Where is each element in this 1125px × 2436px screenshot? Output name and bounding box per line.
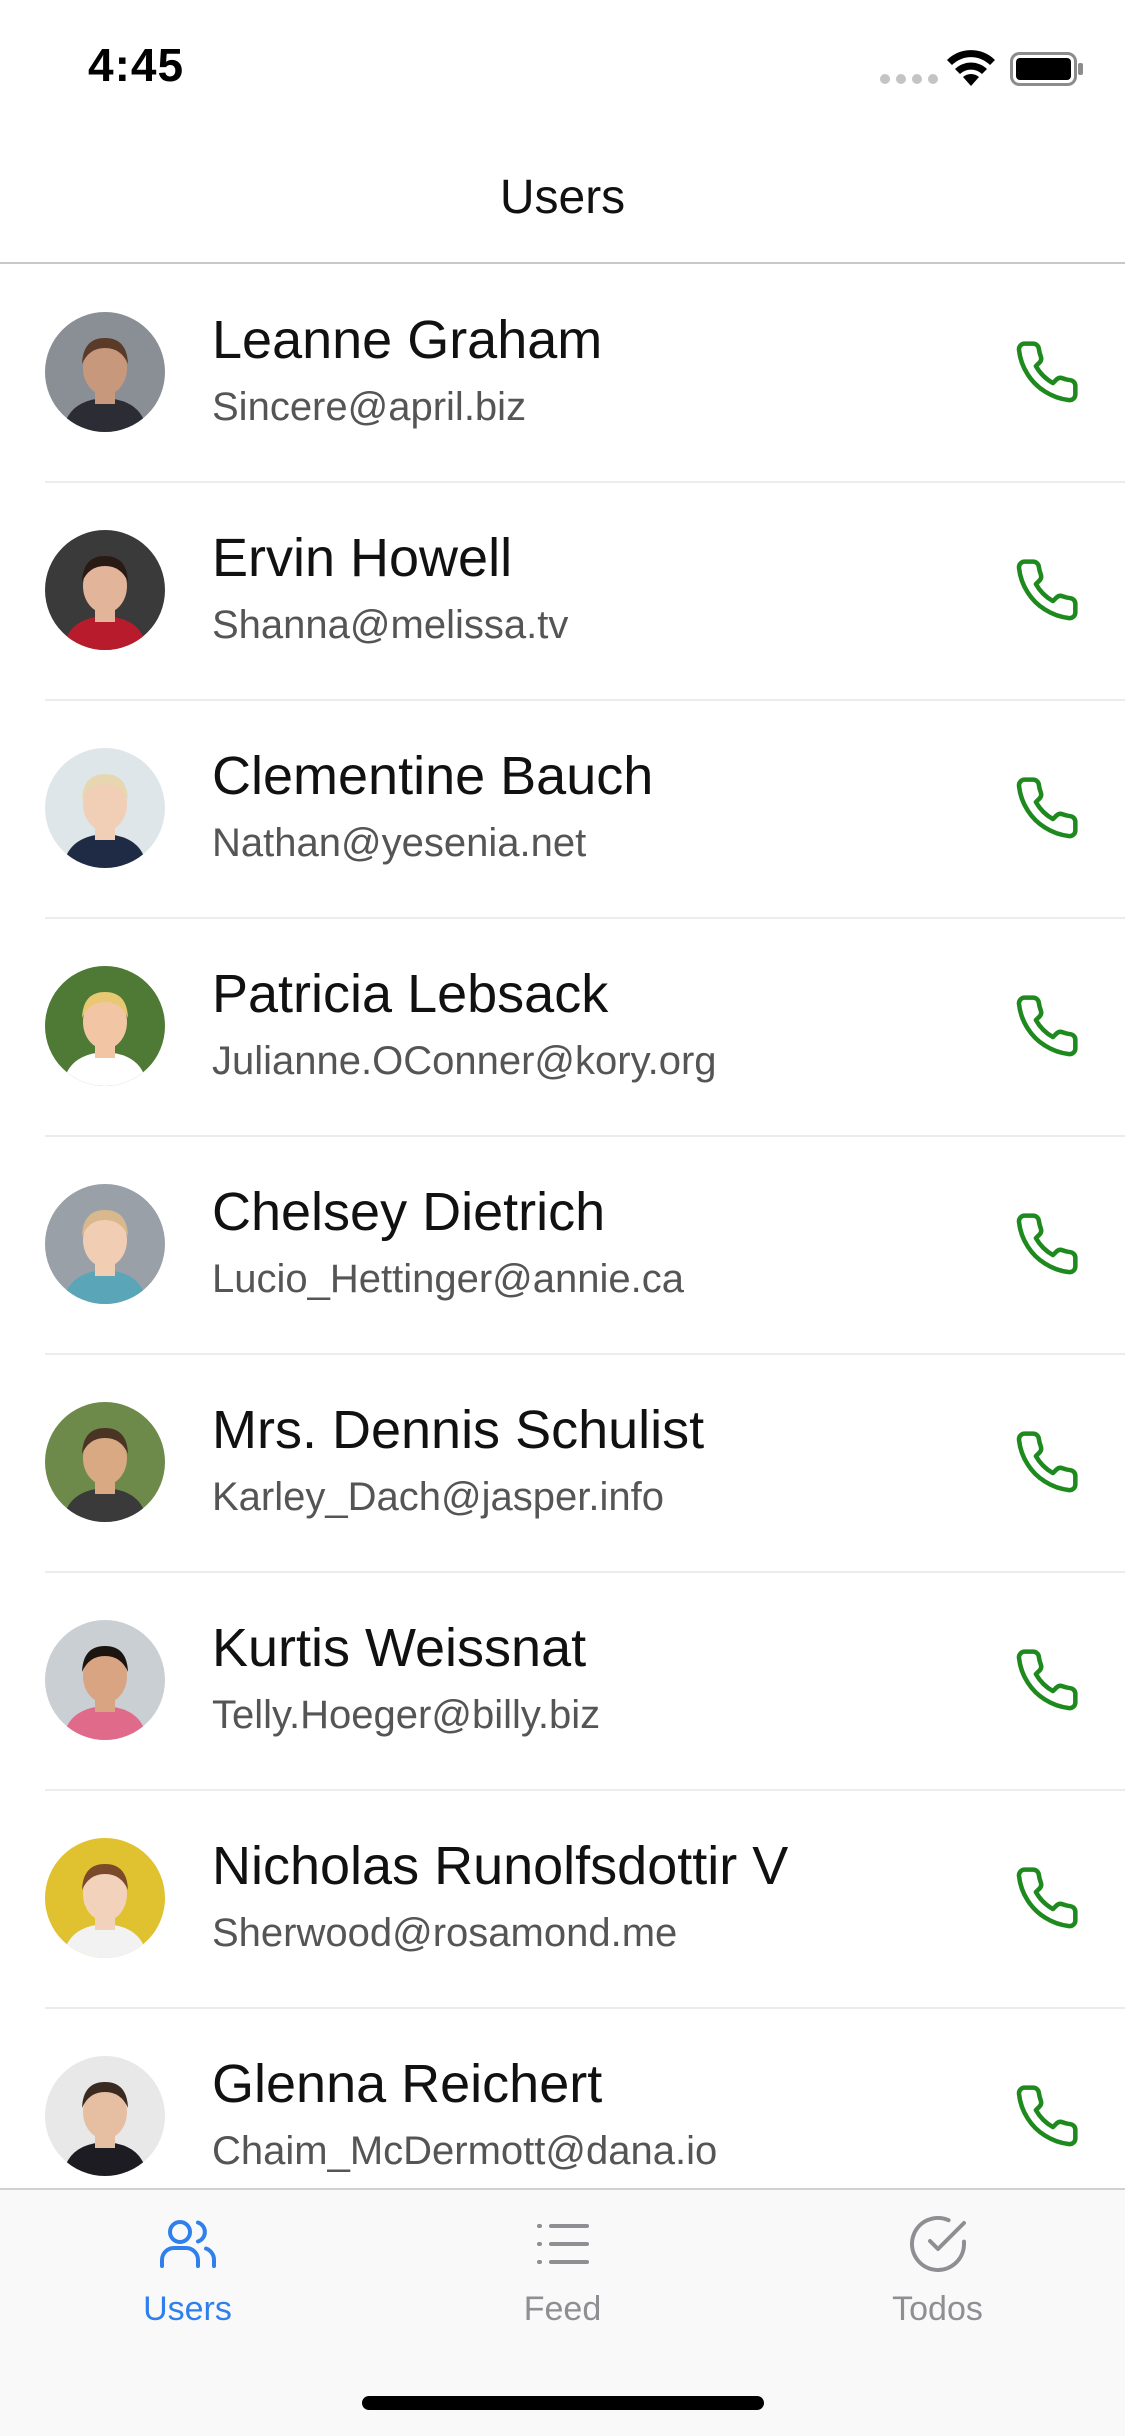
user-name: Glenna Reichert: [212, 2054, 603, 2114]
user-name: Leanne Graham: [212, 310, 603, 370]
phone-icon: [1016, 341, 1078, 403]
phone-icon: [1016, 559, 1078, 621]
wifi-icon: [947, 50, 995, 86]
call-button[interactable]: [1013, 338, 1081, 406]
user-name: Kurtis Weissnat: [212, 1618, 587, 1678]
user-name: Ervin Howell: [212, 528, 513, 588]
user-row[interactable]: Patricia Lebsack Julianne.OConner@kory.o…: [0, 919, 1125, 1137]
call-button[interactable]: [1013, 1210, 1081, 1278]
user-row[interactable]: Chelsey Dietrich Lucio_Hettinger@annie.c…: [0, 1137, 1125, 1355]
user-row[interactable]: Mrs. Dennis Schulist Karley_Dach@jasper.…: [0, 1355, 1125, 1573]
user-email: Chaim_McDermott@dana.io: [212, 2129, 718, 2173]
battery-icon: [1010, 52, 1083, 86]
phone-icon: [1016, 1431, 1078, 1493]
user-email: Nathan@yesenia.net: [212, 821, 587, 865]
tab-label: Feed: [523, 2290, 602, 2328]
user-name: Chelsey Dietrich: [212, 1182, 606, 1242]
user-email: Telly.Hoeger@billy.biz: [212, 1693, 601, 1737]
user-row[interactable]: Kurtis Weissnat Telly.Hoeger@billy.biz: [0, 1573, 1125, 1791]
call-button[interactable]: [1013, 556, 1081, 624]
call-button[interactable]: [1013, 2082, 1081, 2150]
users-icon: [159, 2220, 216, 2268]
user-name: Mrs. Dennis Schulist: [212, 1400, 705, 1460]
user-row[interactable]: Nicholas Runolfsdottir V Sherwood@rosamo…: [0, 1791, 1125, 2009]
user-name: Nicholas Runolfsdottir V: [212, 1836, 789, 1896]
avatar: [45, 2056, 165, 2176]
tab-users[interactable]: Users: [0, 2212, 375, 2362]
phone-icon: [1016, 1867, 1078, 1929]
user-row[interactable]: Ervin Howell Shanna@melissa.tv: [0, 483, 1125, 701]
check-circle-icon: [909, 2215, 966, 2272]
call-button[interactable]: [1013, 992, 1081, 1060]
avatar: [45, 312, 165, 432]
phone-icon: [1016, 995, 1078, 1057]
call-button[interactable]: [1013, 774, 1081, 842]
tab-label: Todos: [892, 2290, 983, 2328]
call-button[interactable]: [1013, 1646, 1081, 1714]
status-time: 4:45: [88, 39, 185, 91]
call-button[interactable]: [1013, 1428, 1081, 1496]
avatar: [45, 1838, 165, 1958]
user-email: Karley_Dach@jasper.info: [212, 1475, 664, 1519]
avatar: [45, 966, 165, 1086]
avatar: [45, 1184, 165, 1304]
avatar: [45, 530, 165, 650]
user-email: Sherwood@rosamond.me: [212, 1911, 678, 1955]
user-name: Clementine Bauch: [212, 746, 654, 806]
home-indicator: [362, 2396, 764, 2410]
phone-icon: [1016, 777, 1078, 839]
phone-icon: [1016, 1649, 1078, 1711]
list-icon: [536, 2224, 589, 2264]
avatar: [45, 1620, 165, 1740]
tab-todos[interactable]: Todos: [750, 2212, 1125, 2362]
tab-label: Users: [143, 2290, 232, 2328]
navigation-bar: Users: [0, 132, 1125, 264]
user-row[interactable]: Clementine Bauch Nathan@yesenia.net: [0, 701, 1125, 919]
user-row[interactable]: Leanne Graham Sincere@april.biz: [0, 265, 1125, 483]
user-email: Sincere@april.biz: [212, 385, 527, 429]
avatar: [45, 748, 165, 868]
user-row[interactable]: Glenna Reichert Chaim_McDermott@dana.io: [0, 2009, 1125, 2190]
screen: 4:45 Users Leanne Graham Sincere@april.b…: [0, 0, 1125, 2436]
user-name: Patricia Lebsack: [212, 964, 609, 1024]
avatar: [45, 1402, 165, 1522]
cellular-signal-icon: [880, 74, 938, 84]
user-email: Julianne.OConner@kory.org: [212, 1039, 717, 1083]
user-email: Shanna@melissa.tv: [212, 603, 569, 647]
page-title: Users: [499, 171, 626, 224]
call-button[interactable]: [1013, 1864, 1081, 1932]
phone-icon: [1016, 2085, 1078, 2147]
user-email: Lucio_Hettinger@annie.ca: [212, 1257, 685, 1301]
tab-feed[interactable]: Feed: [375, 2212, 750, 2362]
status-bar: 4:45: [0, 0, 1125, 132]
user-list[interactable]: Leanne Graham Sincere@april.biz Ervin Ho…: [0, 265, 1125, 2190]
phone-icon: [1016, 1213, 1078, 1275]
